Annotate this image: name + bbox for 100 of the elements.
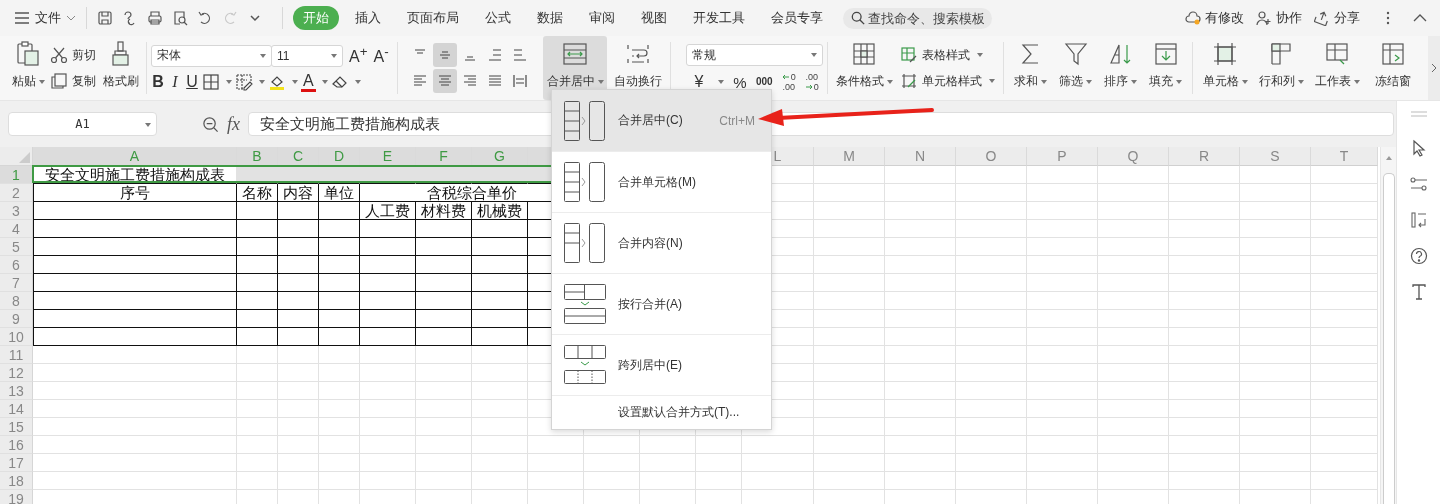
table-cell — [1098, 238, 1169, 256]
menu-item[interactable]: 合并单元格(M) — [552, 151, 771, 212]
table-cell — [1098, 328, 1169, 346]
menu-item[interactable]: 合并内容(N) — [552, 212, 771, 273]
underline-button[interactable]: U — [185, 74, 199, 90]
table-cell — [1240, 220, 1311, 238]
ribbon-tab[interactable]: 页面布局 — [397, 6, 469, 30]
copy-button[interactable]: 复制 — [50, 71, 96, 91]
align-middle-icon[interactable] — [433, 43, 457, 67]
ribbon-tab[interactable]: 会员专享 — [761, 6, 833, 30]
table-cell — [416, 418, 472, 436]
cell-style-icon[interactable] — [235, 73, 253, 91]
sum-button[interactable]: 求和 — [1008, 36, 1053, 100]
caret-icon — [1297, 79, 1304, 84]
table-cell — [1098, 472, 1169, 490]
table-cell — [640, 436, 696, 454]
menu-item[interactable]: 按行合并(A) — [552, 273, 771, 334]
collaborate-button[interactable]: 协作 — [1256, 9, 1302, 27]
ribbon-tab[interactable]: 插入 — [345, 6, 391, 30]
table-cell — [742, 472, 814, 490]
ribbon-tab[interactable]: 数据 — [527, 6, 573, 30]
table-cell — [1098, 436, 1169, 454]
changes-button[interactable]: 有修改 — [1185, 9, 1244, 27]
table-cell: 单位 — [319, 184, 360, 202]
sliders-icon[interactable] — [1409, 175, 1428, 193]
filter-button[interactable]: 筛选 — [1053, 36, 1098, 100]
freeze-panes-button[interactable]: 冻结窗 — [1365, 36, 1421, 100]
ribbon-tab[interactable]: 视图 — [631, 6, 677, 30]
table-cell — [742, 454, 814, 472]
table-cell — [1169, 166, 1240, 184]
paste-button[interactable]: 粘贴 — [10, 36, 46, 100]
table-cell — [416, 472, 472, 490]
table-cell — [1027, 310, 1098, 328]
ribbon-tab[interactable]: 审阅 — [579, 6, 625, 30]
help-icon[interactable] — [1409, 247, 1428, 265]
scroll-thumb[interactable] — [1382, 173, 1395, 504]
bold-button[interactable]: B — [151, 74, 165, 90]
table-cell — [1169, 238, 1240, 256]
currency-button[interactable]: ¥ — [692, 74, 706, 90]
function-label[interactable]: fx — [227, 113, 240, 135]
percent-button[interactable]: % — [733, 74, 747, 90]
borders-icon[interactable] — [202, 73, 220, 91]
table-cell — [885, 310, 956, 328]
number-format-dropdown[interactable]: 常规 — [686, 44, 823, 66]
font-color-button[interactable]: A — [301, 72, 316, 92]
ribbon-tab[interactable]: 开发工具 — [683, 6, 755, 30]
fill-button[interactable]: 填充 — [1143, 36, 1188, 100]
table-cell — [885, 202, 956, 220]
font-size-dropdown[interactable]: 11 — [271, 44, 343, 67]
merge-icon — [562, 41, 588, 67]
table-cell — [1098, 346, 1169, 364]
rows-columns-button[interactable]: 行和列 — [1253, 36, 1309, 100]
preview-icon[interactable] — [172, 10, 188, 26]
sort-button[interactable]: 排序 — [1098, 36, 1143, 100]
menu-item[interactable]: 设置默认合并方式(T)... — [552, 395, 771, 429]
text-tool-icon[interactable] — [1409, 283, 1428, 301]
conditional-format-button[interactable]: 条件格式 — [832, 36, 896, 100]
table-cell: 内容 — [278, 184, 319, 202]
cut-button[interactable]: 剪切 — [50, 45, 96, 65]
table-cell — [1027, 454, 1098, 472]
table-cell — [814, 238, 885, 256]
undo-icon[interactable] — [197, 10, 213, 26]
vertical-scrollbar[interactable] — [1380, 147, 1396, 504]
caret-icon — [811, 53, 817, 57]
share-button[interactable]: 分享 — [1314, 9, 1360, 27]
menu-item[interactable]: 跨列居中(E) — [552, 334, 771, 395]
increase-font-button[interactable]: A$^{+}$ — [349, 45, 368, 66]
transfer-icon[interactable] — [1409, 211, 1428, 229]
menu-item[interactable]: 合并居中(C) Ctrl+M — [552, 90, 771, 151]
cells-button[interactable]: 单元格 — [1197, 36, 1253, 100]
table-cell: 机械费 — [472, 202, 528, 220]
table-cell — [1169, 292, 1240, 310]
zoom-icon[interactable] — [202, 115, 219, 133]
save-icon[interactable] — [97, 10, 113, 26]
scissors-icon — [50, 46, 68, 64]
font-name-dropdown[interactable]: 宋体 — [151, 44, 272, 67]
file-menu[interactable]: 文件 — [14, 9, 76, 27]
search-field[interactable]: 查找命令、搜索模板 — [843, 7, 992, 29]
handle-icon[interactable] — [1409, 111, 1428, 117]
table-cell — [1098, 418, 1169, 436]
worksheet-button[interactable]: 工作表 — [1309, 36, 1365, 100]
printer-icon[interactable] — [147, 10, 163, 26]
decrease-font-button[interactable]: A$^{-}$ — [373, 45, 389, 66]
table-cell — [1240, 166, 1311, 184]
table-cell — [1169, 220, 1240, 238]
align-center-icon[interactable] — [433, 69, 457, 93]
table-cell — [360, 292, 416, 310]
table-style-button[interactable]: 表格样式 — [900, 45, 995, 65]
cell-style-button[interactable]: 单元格样式 — [900, 71, 995, 91]
table-cell — [1311, 310, 1378, 328]
name-box[interactable]: A1 — [8, 112, 157, 136]
table-cell — [360, 472, 416, 490]
table-cell — [885, 292, 956, 310]
increase-decimal-button[interactable]: 0 .00 — [781, 72, 796, 92]
corner-triangle-icon — [19, 152, 30, 163]
decrease-decimal-button[interactable]: .00 0 — [804, 72, 819, 92]
ribbon-tab[interactable]: 公式 — [475, 6, 521, 30]
format-painter-button[interactable]: 格式刷 — [100, 36, 142, 100]
italic-button[interactable]: I — [168, 74, 182, 90]
thousands-button[interactable]: 000 — [756, 77, 773, 87]
